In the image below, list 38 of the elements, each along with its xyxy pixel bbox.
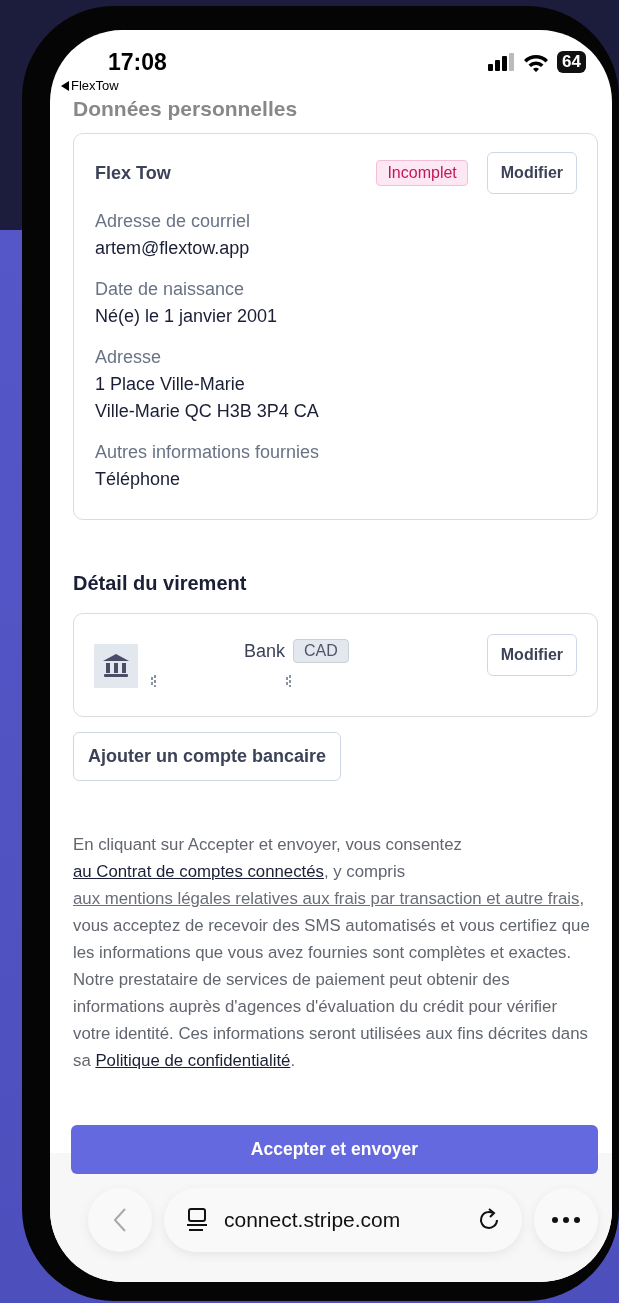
signal-icon <box>488 53 516 71</box>
wifi-icon <box>523 52 550 72</box>
bank-icon <box>94 644 138 688</box>
field-label: Adresse <box>95 346 163 369</box>
add-bank-account-button[interactable]: Ajouter un compte bancaire <box>73 732 342 781</box>
more-icon <box>552 1217 580 1223</box>
field-value: Ville-Marie QC H3B 3P4 CA <box>95 400 320 423</box>
chevron-left-icon <box>114 1208 126 1232</box>
field-value: 1 Place Ville-Marie <box>95 373 246 396</box>
terms-link[interactable]: au Contrat de comptes connectés <box>73 862 324 881</box>
fees-link[interactable]: aux mentions légales relatives aux frais par transaction et autre frais <box>73 889 580 908</box>
section-heading: Données personnelles <box>73 96 299 122</box>
status-badge: Incomplet <box>376 160 468 186</box>
accept-button[interactable]: Accepter et envoyer <box>71 1125 598 1174</box>
section-heading: Détail du virement <box>73 572 248 595</box>
masked-digits-icon <box>151 675 157 687</box>
bank-name: Bank <box>244 640 286 662</box>
terms-link[interactable]: Politique de confidentialité <box>95 1051 291 1070</box>
address-bar[interactable]: connect.stripe.com <box>164 1188 522 1252</box>
field-label: Date de naissance <box>95 278 246 301</box>
field-value: Téléphone <box>95 468 182 491</box>
page-icon <box>186 1208 208 1232</box>
url-text: connect.stripe.com <box>224 1208 402 1232</box>
edit-button[interactable]: Modifier <box>486 634 577 676</box>
masked-digits-icon <box>286 675 292 687</box>
back-to-app-link[interactable]: FlexTow <box>71 78 119 93</box>
reload-icon <box>478 1208 500 1232</box>
edit-button[interactable]: Modifier <box>486 152 577 194</box>
field-label: Autres informations fournies <box>95 441 321 464</box>
consent-paragraph: En cliquant sur Accepter et envoyer, vous consentez au Contrat de comptes connectés, y compris aux mentions légales relatives aux frais par transaction et autre frais, vous acceptez de recevoir des SMS automatisés et vous certifiez que les informations que vous avez fournies sont complètes et exactes. Notre prestataire de services de paiement peut obtenir des informations auprès d'agences d'évaluation du crédit pour vérifier votre identité. Ces informations seront utilisées aux fins décrites dans sa Politique de confidentialité. <box>73 834 591 1072</box>
field-value: artem@flextow.app <box>95 237 251 260</box>
clock-time: 17:08 <box>108 48 167 76</box>
account-name: Flex Tow <box>95 162 172 184</box>
currency-badge: CAD <box>293 639 349 663</box>
field-label: Adresse de courriel <box>95 210 252 233</box>
field-value: Né(e) le 1 janvier 2001 <box>95 305 279 328</box>
triangle-left-icon <box>61 80 69 91</box>
battery-level: 64 <box>557 51 586 73</box>
